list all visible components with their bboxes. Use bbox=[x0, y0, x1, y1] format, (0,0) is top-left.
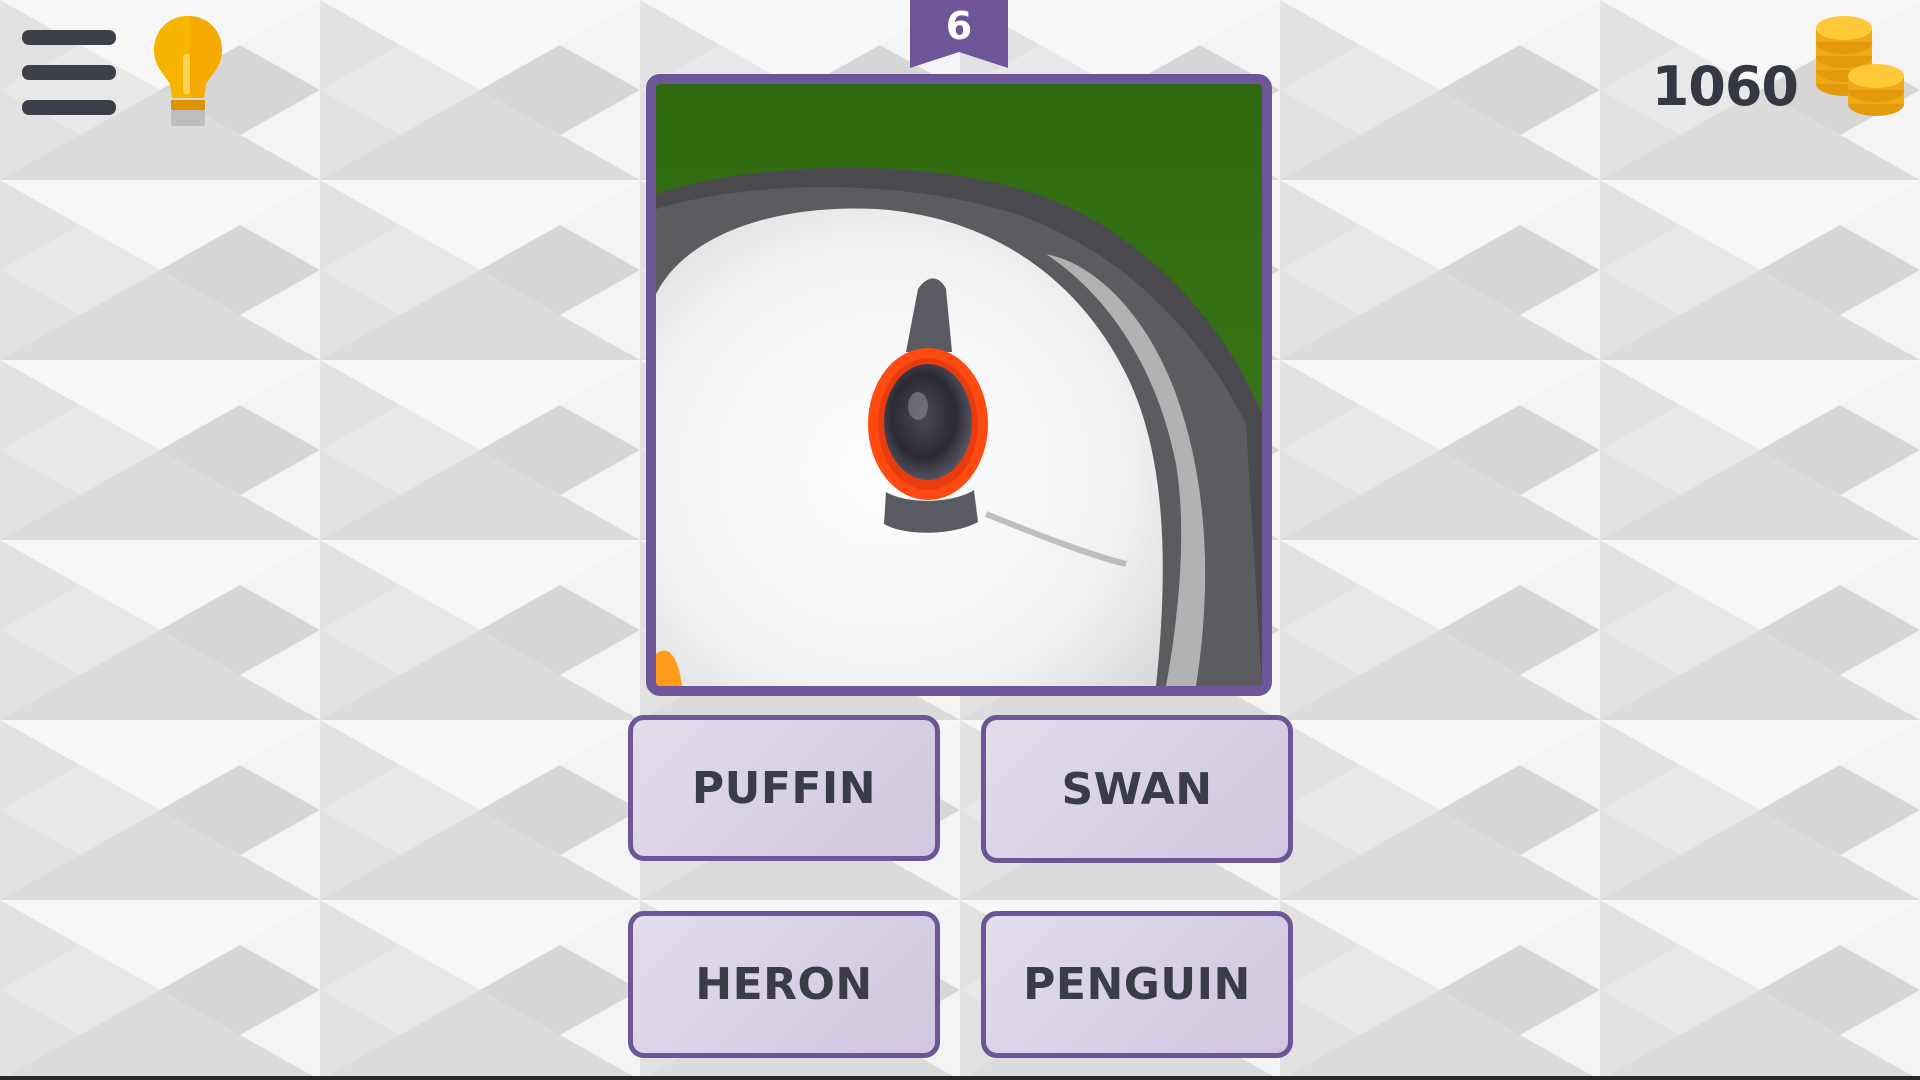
menu-button[interactable] bbox=[22, 30, 116, 116]
answer-label: PUFFIN bbox=[691, 762, 877, 814]
answer-label: PENGUIN bbox=[1023, 959, 1251, 1010]
menu-bar-middle bbox=[22, 65, 116, 80]
menu-bar-top bbox=[22, 30, 116, 45]
lightbulb-icon[interactable] bbox=[150, 14, 226, 126]
bottom-edge bbox=[0, 1076, 1920, 1080]
answer-button-heron[interactable]: HERON bbox=[628, 911, 940, 1058]
menu-bar-bottom bbox=[22, 100, 116, 115]
answer-label: HERON bbox=[695, 959, 873, 1010]
game-screen: 6 1060 PUFFIN SWAN HERON PENGUIN bbox=[0, 0, 1920, 1080]
answer-button-puffin[interactable]: PUFFIN bbox=[628, 715, 940, 861]
coin-count: 1060 bbox=[1651, 55, 1799, 118]
answer-button-penguin[interactable]: PENGUIN bbox=[981, 911, 1293, 1058]
answer-button-swan[interactable]: SWAN bbox=[981, 715, 1293, 863]
level-number: 6 bbox=[945, 4, 973, 48]
bird-photo bbox=[656, 84, 1262, 686]
answer-label: SWAN bbox=[1061, 763, 1213, 815]
coin-stack-icon bbox=[1816, 16, 1904, 116]
question-image-frame bbox=[646, 74, 1272, 696]
